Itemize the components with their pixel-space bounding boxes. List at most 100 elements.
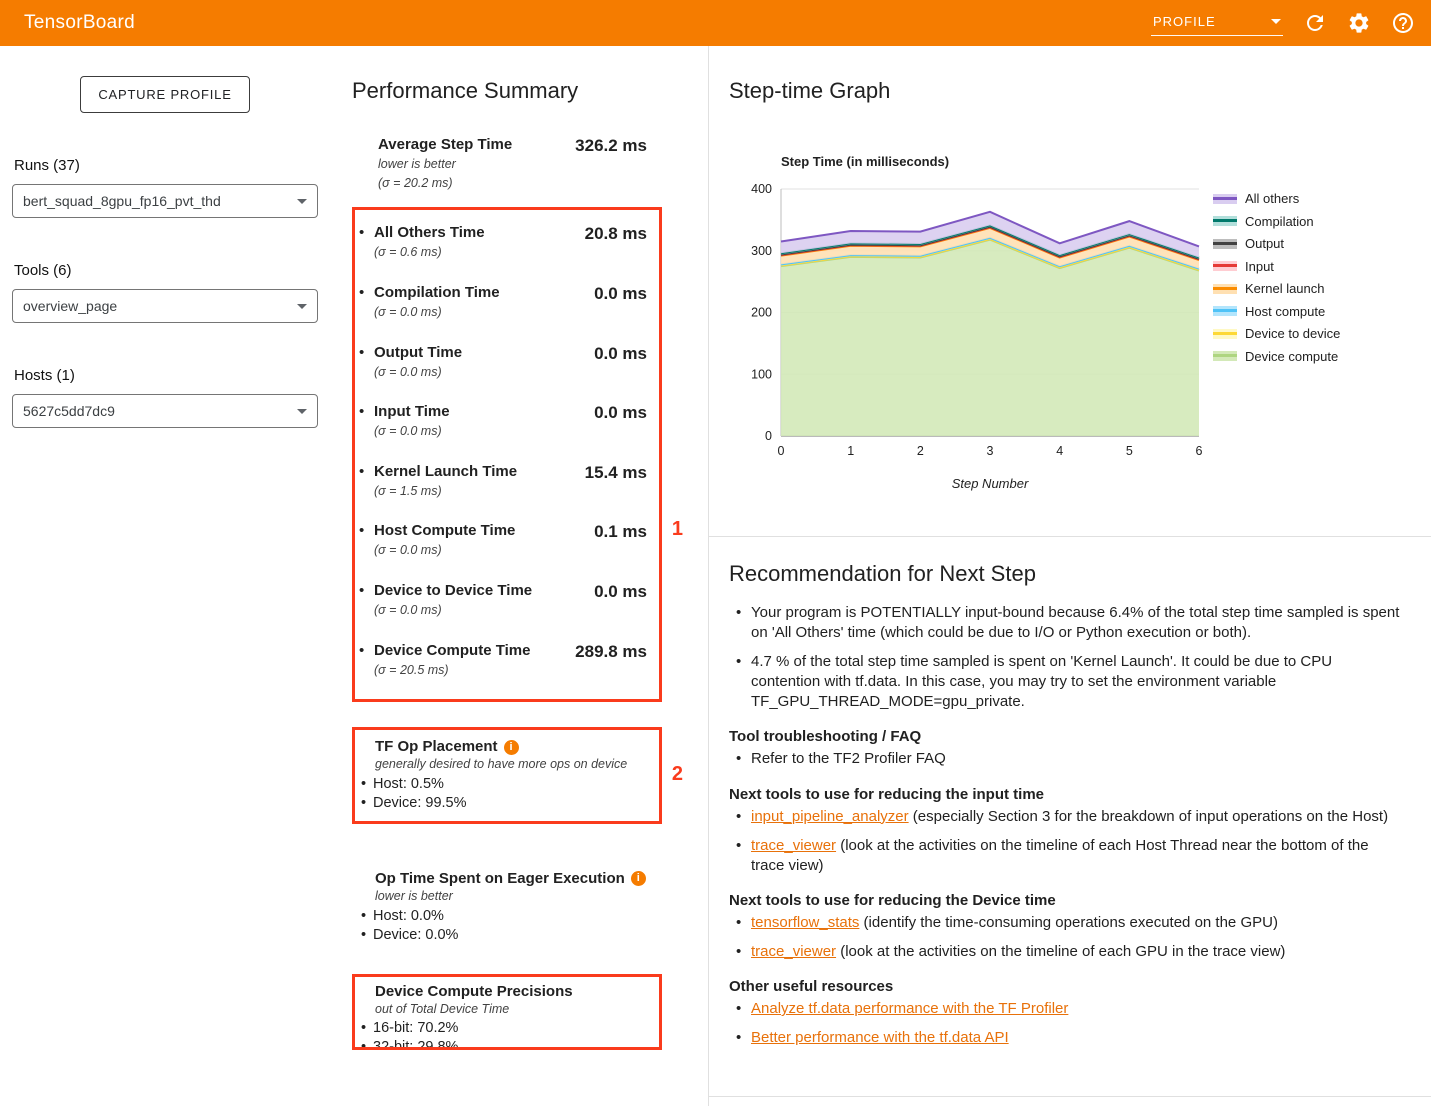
metric-sigma: (σ = 0.0 ms) <box>374 603 532 619</box>
recommendation-item: Your program is POTENTIALLY input-bound … <box>729 603 1405 643</box>
legend-item: Input <box>1213 259 1340 274</box>
metric-row: •Host Compute Time(σ = 0.0 ms)0.1 ms <box>355 512 659 572</box>
info-icon[interactable]: i <box>631 871 646 886</box>
metric-value: 15.4 ms <box>585 463 647 500</box>
bullet-dot: • <box>359 344 374 381</box>
metric-value: 0.0 ms <box>594 582 647 619</box>
metric-label: Input Time <box>374 403 450 421</box>
metric-sigma: (σ = 1.5 ms) <box>374 484 517 500</box>
svg-text:5: 5 <box>1126 444 1133 458</box>
svg-text:6: 6 <box>1196 444 1203 458</box>
legend-label: Output <box>1245 236 1284 251</box>
metric-row: •Compilation Time(σ = 0.0 ms)0.0 ms <box>355 274 659 334</box>
chart-wrap: Step Time (in milliseconds) 010020030040… <box>735 154 1205 491</box>
metric-row: •Kernel Launch Time(σ = 1.5 ms)15.4 ms <box>355 453 659 513</box>
chart-title: Step Time (in milliseconds) <box>781 154 1205 169</box>
recommendation-link[interactable]: Better performance with the tf.data API <box>751 1029 1009 1046</box>
svg-text:300: 300 <box>751 244 772 258</box>
tools-select[interactable]: overview_page <box>12 289 318 323</box>
svg-text:0: 0 <box>778 444 785 458</box>
recommendation-item: tensorflow_stats (identify the time-cons… <box>729 913 1405 933</box>
legend-item: Host compute <box>1213 304 1340 319</box>
tf-op-placement-list: Host: 0.5% Device: 99.5% <box>359 775 651 813</box>
recommendation-item: 4.7 % of the total step time sampled is … <box>729 652 1405 712</box>
eager-execution-subtitle: lower is better <box>375 889 651 905</box>
metric-label: Average Step Time <box>378 136 512 154</box>
list-item: 32-bit: 29.8% <box>359 1038 651 1049</box>
recommendation-link[interactable]: tensorflow_stats <box>751 914 859 931</box>
recommendation-text: (especially Section 3 for the breakdown … <box>909 808 1388 825</box>
refresh-icon[interactable] <box>1303 11 1327 35</box>
svg-text:200: 200 <box>751 306 772 320</box>
recommendation-heading: Tool troubleshooting / FAQ <box>729 728 1405 745</box>
dashboard-select-value: PROFILE <box>1153 14 1216 29</box>
hosts-select[interactable]: 5627c5dd7dc9 <box>12 394 318 428</box>
legend-swatch <box>1213 261 1237 271</box>
hosts-select-value: 5627c5dd7dc9 <box>23 403 115 419</box>
right-panel: Step-time Graph Step Time (in millisecon… <box>708 46 1431 1106</box>
runs-select[interactable]: bert_squad_8gpu_fp16_pvt_thd <box>12 184 318 218</box>
tf-op-placement-title: TF Op Placement <box>375 738 498 756</box>
legend-swatch <box>1213 306 1237 316</box>
annotation-number-1: 1 <box>672 518 683 541</box>
legend-swatch <box>1213 239 1237 249</box>
info-icon[interactable]: i <box>504 740 519 755</box>
metric-sigma: (σ = 0.0 ms) <box>374 543 515 559</box>
recommendation-link[interactable]: trace_viewer <box>751 837 836 854</box>
metric-row: •All Others Time(σ = 0.6 ms)20.8 ms <box>355 214 659 274</box>
metric-value: 0.0 ms <box>594 403 647 440</box>
list-item: Device: 0.0% <box>359 926 651 945</box>
recommendation-item: input_pipeline_analyzer (especially Sect… <box>729 807 1405 827</box>
step-time-graph-title: Step-time Graph <box>729 78 1431 104</box>
recommendation-item: trace_viewer (look at the activities on … <box>729 942 1405 962</box>
chevron-down-icon <box>297 199 307 204</box>
legend-label: All others <box>1245 191 1299 206</box>
metric-sigma: (σ = 0.0 ms) <box>374 305 500 321</box>
metric-note: lower is better <box>378 157 512 173</box>
settings-icon[interactable] <box>1347 11 1371 35</box>
metric-row: •Device to Device Time(σ = 0.0 ms)0.0 ms <box>355 572 659 632</box>
chart-xaxis-label: Step Number <box>781 476 1199 491</box>
device-precisions-list: 16-bit: 70.2% 32-bit: 29.8% <box>359 1019 651 1049</box>
metrics-list: •All Others Time(σ = 0.6 ms)20.8 ms•Comp… <box>355 214 659 691</box>
legend-label: Input <box>1245 259 1274 274</box>
metric-row: •Device Compute Time(σ = 20.5 ms)289.8 m… <box>355 632 659 692</box>
dashboard-select[interactable]: PROFILE <box>1151 10 1283 36</box>
metric-sigma: (σ = 0.6 ms) <box>374 245 485 261</box>
recommendation-list: Your program is POTENTIALLY input-bound … <box>729 603 1405 712</box>
recommendation-list: input_pipeline_analyzer (especially Sect… <box>729 807 1405 876</box>
recommendation-title: Recommendation for Next Step <box>729 561 1405 587</box>
metric-sigma: (σ = 20.5 ms) <box>374 663 530 679</box>
legend-item: Output <box>1213 236 1340 251</box>
metric-value: 0.1 ms <box>594 522 647 559</box>
capture-profile-button[interactable]: CAPTURE PROFILE <box>80 76 249 113</box>
eager-execution-title: Op Time Spent on Eager Execution <box>375 870 625 888</box>
recommendation-text: Refer to the TF2 Profiler FAQ <box>751 750 946 767</box>
legend-swatch <box>1213 329 1237 339</box>
header-actions: PROFILE <box>1151 10 1415 36</box>
legend-label: Kernel launch <box>1245 281 1325 296</box>
recommendation-text: Your program is POTENTIALLY input-bound … <box>751 604 1399 641</box>
tools-label: Tools (6) <box>14 262 316 279</box>
metric-value: 20.8 ms <box>585 224 647 261</box>
metric-value: 0.0 ms <box>594 344 647 381</box>
recommendation-link[interactable]: input_pipeline_analyzer <box>751 808 909 825</box>
recommendation-text: (look at the activities on the timeline … <box>836 943 1285 960</box>
recommendation-text: 4.7 % of the total step time sampled is … <box>751 653 1332 710</box>
chevron-down-icon <box>297 409 307 414</box>
recommendation-list: tensorflow_stats (identify the time-cons… <box>729 913 1405 962</box>
legend-item: Device compute <box>1213 349 1340 364</box>
legend-item: Kernel launch <box>1213 281 1340 296</box>
legend-swatch <box>1213 216 1237 226</box>
metric-sigma: (σ = 0.0 ms) <box>374 365 462 381</box>
legend-label: Compilation <box>1245 214 1314 229</box>
metric-label: Output Time <box>374 344 462 362</box>
annotation-box-3: Device Compute Precisions out of Total D… <box>352 974 662 1050</box>
help-icon[interactable] <box>1391 11 1415 35</box>
device-precisions-subtitle: out of Total Device Time <box>375 1002 651 1018</box>
recommendation-link[interactable]: Analyze tf.data performance with the TF … <box>751 1000 1068 1017</box>
legend-label: Device to device <box>1245 326 1340 341</box>
bullet-dot: • <box>359 403 374 440</box>
average-step-time-row: Average Step Time lower is better (σ = 2… <box>352 136 662 191</box>
recommendation-link[interactable]: trace_viewer <box>751 943 836 960</box>
